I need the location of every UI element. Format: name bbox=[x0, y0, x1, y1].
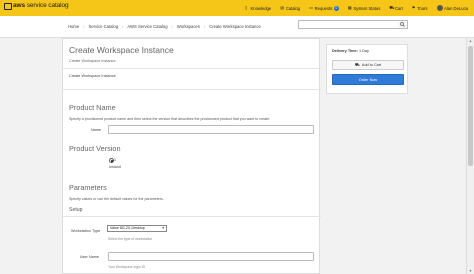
user-menu[interactable]: Alan DeLuca bbox=[436, 5, 468, 11]
nav-catalog[interactable]: ▤ Catalog bbox=[280, 6, 300, 11]
nav-tours[interactable]: ⚑ Tours bbox=[412, 6, 428, 11]
chevron-right-icon: › bbox=[171, 24, 173, 29]
scroll-down-icon[interactable]: ▼ bbox=[467, 268, 474, 274]
search-icon bbox=[400, 22, 405, 27]
search-input[interactable] bbox=[298, 20, 408, 29]
requests-icon: ▭ bbox=[309, 5, 313, 10]
page-scrollbar[interactable]: ▲ ▼ bbox=[466, 38, 474, 274]
add-to-cart-button[interactable]: ⛟ Add to Cart bbox=[332, 60, 404, 70]
catalog-logo-icon bbox=[4, 2, 12, 10]
page-subtitle: Create Workspace instance bbox=[69, 59, 116, 63]
name-field[interactable] bbox=[108, 125, 314, 134]
scroll-thumb[interactable] bbox=[468, 46, 473, 166]
parameters-heading: Parameters bbox=[69, 183, 107, 192]
setup-heading: Setup bbox=[69, 207, 83, 213]
workstation-type-label: Workstation Type bbox=[71, 229, 101, 233]
user-name-label: User Name bbox=[79, 255, 99, 259]
search-button[interactable] bbox=[398, 20, 408, 29]
nav-menu: ▯ Knowledge ▤ Catalog ▭ Requests 0 ▦ System S… bbox=[236, 0, 474, 16]
product-name-heading: Product Name bbox=[69, 103, 116, 112]
user-name-field[interactable] bbox=[108, 252, 314, 261]
order-sidebar: Delivery Time: 1 Day ⛟ Add to Cart Order… bbox=[326, 44, 408, 94]
divider bbox=[63, 89, 321, 90]
page-title: Create Workspace Instance bbox=[69, 45, 174, 55]
product-name-description: Specify a provisioned product name and t… bbox=[69, 117, 271, 121]
divider bbox=[63, 216, 321, 217]
breadcrumb: Home › Service Catalog › AWS Service Cat… bbox=[68, 24, 261, 29]
book-icon: ▯ bbox=[244, 5, 248, 10]
name-label: Name bbox=[90, 128, 101, 132]
nav-cart[interactable]: ⛟ Cart bbox=[389, 6, 402, 11]
breadcrumb-service-catalog[interactable]: Service Catalog bbox=[89, 24, 119, 29]
divider bbox=[63, 68, 321, 69]
product-version-heading: Product Version bbox=[69, 144, 121, 153]
order-now-button[interactable]: Order Now bbox=[332, 74, 404, 85]
workstation-type-help: Select the type of workstation bbox=[108, 237, 153, 241]
nav-system-status[interactable]: ▦ System Status bbox=[348, 6, 381, 11]
avatar bbox=[436, 5, 443, 11]
top-navbar: aws service catalog ▯ Knowledge ▤ Catalog … bbox=[0, 0, 474, 16]
breadcrumb-current: Create Workspace Instance bbox=[209, 24, 261, 29]
page-description: Create Workspace Instance bbox=[69, 74, 116, 78]
delivery-time: Delivery Time: 1 Day bbox=[332, 49, 369, 53]
catalog-icon: ▤ bbox=[280, 5, 284, 10]
breadcrumb-workspaces[interactable]: Workspaces bbox=[177, 24, 200, 29]
tours-icon: ⚑ bbox=[411, 5, 416, 10]
nav-requests[interactable]: ▭ Requests 0 bbox=[309, 5, 339, 11]
workstation-type-select[interactable]: Value 8G-2X-Desktop ▾ bbox=[107, 225, 167, 232]
cart-icon: ⛟ bbox=[354, 62, 360, 67]
chevron-right-icon: › bbox=[83, 24, 85, 29]
breadcrumb-aws-service-catalog[interactable]: AWS Service Catalog bbox=[127, 24, 167, 29]
brand-name: aws service catalog bbox=[13, 2, 69, 9]
breadcrumb-home[interactable]: Home bbox=[68, 24, 79, 29]
scroll-up-icon[interactable]: ▲ bbox=[467, 38, 474, 44]
chevron-down-icon: ▾ bbox=[162, 226, 164, 230]
create-workspace-form: Create Workspace Instance Create Workspa… bbox=[62, 38, 321, 274]
nav-knowledge[interactable]: ▯ Knowledge bbox=[245, 6, 271, 11]
aws-service-catalog-logo[interactable]: aws service catalog bbox=[4, 2, 69, 10]
status-icon: ▦ bbox=[347, 5, 352, 10]
parameters-description: Specify values or use the default values… bbox=[69, 197, 164, 201]
version-radio-label: Instand bbox=[109, 165, 121, 169]
requests-count-badge: 0 bbox=[333, 5, 339, 11]
cart-icon: ⛟ bbox=[389, 5, 395, 10]
user-name-help: Your Workspace login ID bbox=[108, 265, 146, 269]
chevron-right-icon: › bbox=[122, 24, 124, 29]
version-radio-value: 1 bbox=[114, 158, 116, 162]
chevron-right-icon: › bbox=[203, 24, 206, 29]
